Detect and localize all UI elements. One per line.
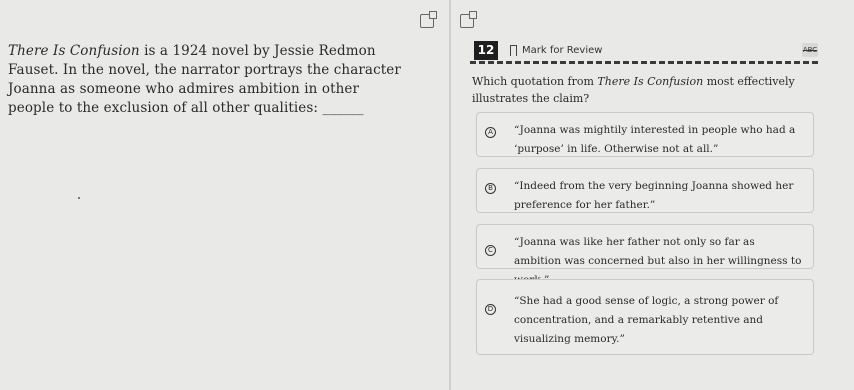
expand-icon[interactable] [420,11,437,28]
passage-title: There Is Confusion [8,43,140,59]
choice-letter-c: C [485,245,496,256]
collapse-icon[interactable] [460,11,477,28]
question-prompt: Which quotation from There Is Confusion … [472,73,817,107]
choice-text-d: “She had a good sense of logic, a strong… [514,295,779,345]
choice-text-b: “Indeed from the very beginning Joanna s… [514,180,794,211]
prompt-title: There Is Confusion [597,75,704,88]
answer-choice-a[interactable]: A “Joanna was mightily interested in peo… [476,112,814,157]
header-divider [470,61,818,64]
stray-mark [78,197,80,199]
mark-for-review-label[interactable]: Mark for Review [522,45,602,56]
prompt-text: Which quotation from [472,75,598,88]
answer-choice-d[interactable]: D “She had a good sense of logic, a stro… [476,279,814,355]
strikethrough-toggle-button[interactable]: ABC [802,43,818,57]
question-header: 12 Mark for Review ABC [474,40,818,60]
answer-choice-c[interactable]: C “Joanna was like her father not only s… [476,224,814,286]
answer-choice-b[interactable]: B “Indeed from the very beginning Joanna… [476,168,814,213]
question-number: 12 [474,40,498,60]
toolbar [420,11,477,28]
passage: There Is Confusion is a 1924 novel by Je… [8,42,408,118]
passage-blank: ______ [322,100,364,116]
choice-letter-a: A [485,127,496,138]
pane-divider[interactable] [449,0,451,390]
choice-letter-d: D [485,304,496,315]
choice-text-a: “Joanna was mightily interested in peopl… [514,124,796,155]
bookmark-icon[interactable] [510,44,517,56]
choice-letter-b: B [485,183,496,194]
